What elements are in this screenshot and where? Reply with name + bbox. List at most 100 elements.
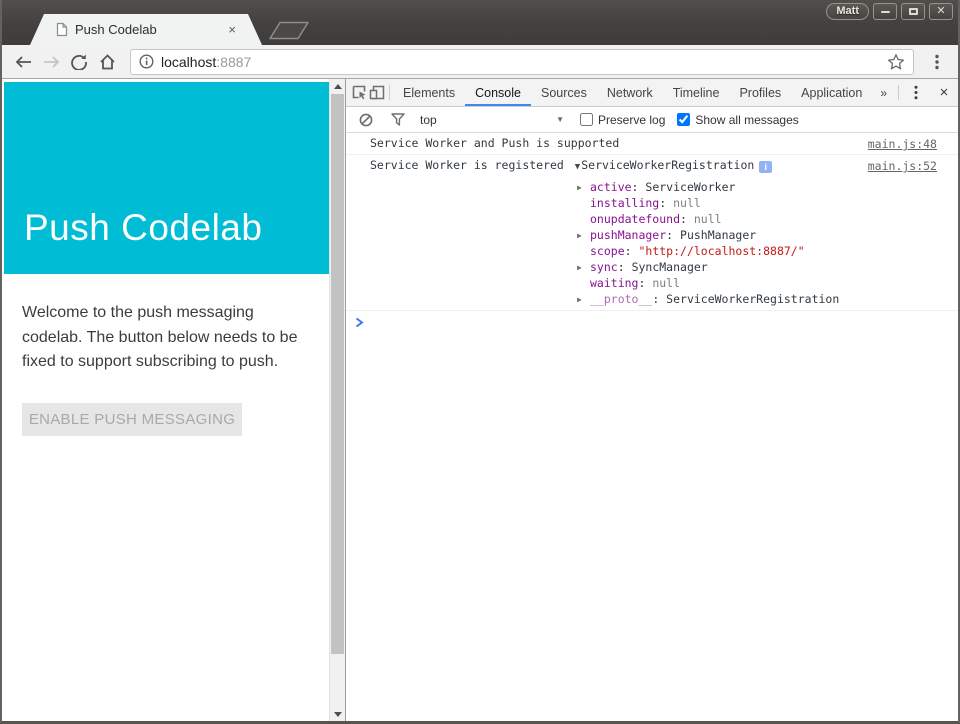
scrollbar-thumb[interactable] (331, 94, 344, 654)
tab-console[interactable]: Console (465, 79, 531, 106)
tab-profiles[interactable]: Profiles (729, 79, 791, 106)
execution-context-select[interactable]: top ▼ (416, 111, 568, 129)
property-value: null (694, 212, 722, 226)
devtools-controls: × (895, 79, 958, 106)
maximize-icon (909, 8, 918, 15)
show-all-messages-checkbox[interactable] (677, 113, 690, 126)
clear-console-icon (359, 113, 373, 127)
page-info-icon[interactable] (139, 54, 154, 69)
browser-menu-button[interactable] (924, 49, 950, 75)
tab-title: Push Codelab (75, 22, 157, 37)
property-name: active (590, 180, 632, 194)
minimize-icon (881, 11, 890, 13)
expand-arrow-icon[interactable]: ▶ (577, 260, 590, 276)
tab-close-icon[interactable]: × (228, 23, 236, 36)
tab-network[interactable]: Network (597, 79, 663, 106)
preserve-log-option[interactable]: Preserve log (580, 113, 665, 127)
titlebar: Matt ✕ Push Codelab × (2, 0, 958, 45)
console-prompt[interactable] (346, 311, 958, 328)
bookmark-star-icon[interactable] (887, 53, 905, 71)
filter-button[interactable] (384, 113, 412, 126)
expand-arrow-icon[interactable]: ▶ (577, 292, 590, 308)
property-row: ▶onupdatefound: null (346, 211, 958, 227)
console-message-text: Service Worker is registered ▼ServiceWor… (346, 155, 958, 178)
tab-application[interactable]: Application (791, 79, 872, 106)
close-icon: ✕ (936, 6, 945, 17)
browser-toolbar: localhost:8887 (2, 45, 958, 79)
property-row: ▶pushManager: PushManager (346, 227, 958, 243)
page-hero-banner: Push Codelab (4, 82, 329, 274)
inspect-element-button[interactable] (350, 79, 368, 106)
tab-sources[interactable]: Sources (531, 79, 597, 106)
devtools-menu-button[interactable] (902, 79, 930, 106)
address-bar[interactable]: localhost:8887 (130, 49, 914, 75)
collapse-arrow-icon[interactable]: ▼ (575, 162, 580, 172)
scrollbar-up-icon[interactable] (330, 79, 345, 93)
property-row: ▶waiting: null (346, 275, 958, 291)
console-message-group: Service Worker is registered ▼ServiceWor… (346, 155, 958, 311)
page-body: Push Codelab Welcome to the push messagi… (2, 79, 329, 721)
preserve-log-checkbox[interactable] (580, 113, 593, 126)
url-text: localhost:8887 (161, 54, 251, 70)
window-title: Matt (826, 3, 869, 20)
new-tab-button[interactable] (268, 21, 310, 40)
console-prompt-icon (355, 317, 364, 328)
more-tabs-button[interactable]: » (872, 79, 895, 106)
tab-timeline[interactable]: Timeline (663, 79, 730, 106)
property-value: "http://localhost:8887/" (638, 244, 804, 258)
console-message: Service Worker and Push is supported mai… (346, 133, 958, 155)
console-toolbar: top ▼ Preserve log Show all messages (346, 107, 958, 133)
expand-arrow-icon[interactable]: ▶ (577, 228, 590, 244)
source-link[interactable]: main.js:48 (868, 137, 937, 151)
scrollbar-down-icon[interactable] (330, 707, 345, 721)
property-value: ServiceWorker (645, 180, 735, 194)
home-button[interactable] (94, 49, 120, 75)
devtools-panel: Elements Console Sources Network Timelin… (346, 79, 958, 721)
property-name: onupdatefound (590, 212, 680, 226)
property-row: ▶active: ServiceWorker (346, 179, 958, 195)
show-all-messages-option[interactable]: Show all messages (677, 113, 798, 127)
page-favicon-icon (56, 22, 68, 37)
object-property-tree: ▶active: ServiceWorker ▶installing: null… (346, 178, 958, 310)
clear-console-button[interactable] (352, 113, 380, 127)
minimize-button[interactable] (873, 3, 897, 20)
property-row: ▶sync: SyncManager (346, 259, 958, 275)
object-class-name: ServiceWorkerRegistration (581, 158, 754, 172)
expand-arrow-icon[interactable]: ▶ (577, 180, 590, 196)
content-area: Push Codelab Welcome to the push messagi… (2, 79, 958, 721)
property-name: sync (590, 260, 618, 274)
back-icon (15, 55, 32, 69)
tab-elements[interactable]: Elements (393, 79, 465, 106)
close-window-button[interactable]: ✕ (929, 3, 953, 20)
reload-button[interactable] (66, 49, 92, 75)
property-row: ▶installing: null (346, 195, 958, 211)
toolbar-separator (389, 85, 390, 100)
page-scrollbar[interactable] (329, 79, 345, 721)
chevron-down-icon: ▼ (556, 115, 564, 124)
maximize-button[interactable] (901, 3, 925, 20)
show-all-messages-label: Show all messages (695, 113, 798, 127)
console-message-text: Service Worker and Push is supported (346, 133, 958, 154)
device-toolbar-icon (369, 85, 385, 100)
welcome-text: Welcome to the push messaging codelab. T… (22, 301, 313, 375)
property-value: SyncManager (632, 260, 708, 274)
back-button[interactable] (10, 49, 36, 75)
property-value: null (673, 196, 701, 210)
page-viewport: Push Codelab Welcome to the push messagi… (2, 79, 346, 721)
kebab-menu-icon (935, 54, 939, 70)
source-link[interactable]: main.js:52 (868, 159, 937, 173)
devtools-close-button[interactable]: × (930, 79, 958, 106)
property-row: ▶__proto__: ServiceWorkerRegistration (346, 291, 958, 307)
property-name: waiting (590, 276, 638, 290)
property-row: ▶scope: "http://localhost:8887/" (346, 243, 958, 259)
browser-tab[interactable]: Push Codelab × (30, 14, 262, 45)
devtools-tabbar: Elements Console Sources Network Timelin… (346, 79, 958, 107)
forward-icon (43, 55, 60, 69)
toolbar-separator (898, 85, 899, 100)
url-host: localhost (161, 54, 216, 70)
page-title: Push Codelab (24, 207, 262, 249)
forward-button[interactable] (38, 49, 64, 75)
enable-push-button[interactable]: ENABLE PUSH MESSAGING (22, 403, 242, 436)
device-toolbar-button[interactable] (368, 79, 386, 106)
home-icon (99, 54, 116, 70)
